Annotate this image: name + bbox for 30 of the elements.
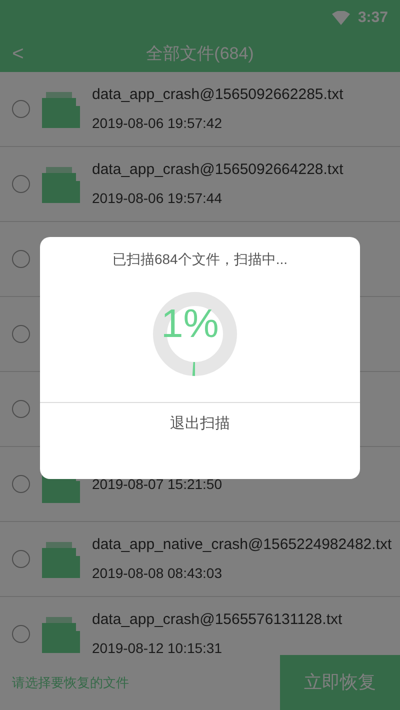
wifi-icon <box>332 11 350 25</box>
file-name: data_app_crash@1565576131128.txt <box>92 610 342 630</box>
radio-button[interactable] <box>12 625 30 643</box>
file-date: 2019-08-06 19:57:44 <box>92 189 223 208</box>
radio-button[interactable] <box>12 475 30 493</box>
radio-button[interactable] <box>12 400 30 418</box>
file-row[interactable]: data_app_crash@1565092662285.txt 2019-08-06 19:57:42 <box>0 72 400 147</box>
radio-button[interactable] <box>12 250 30 268</box>
file-row[interactable]: data_app_native_crash@1565224982482.txt 2019-08-08 08:43:03 <box>0 522 400 597</box>
file-name: data_app_crash@1565092664228.txt <box>92 160 344 180</box>
folder-icon <box>42 165 80 203</box>
percent-text: 1% <box>161 304 219 344</box>
scan-message: 已扫描684个文件，扫描中... <box>111 250 289 269</box>
file-date: 2019-08-06 19:57:42 <box>92 114 223 134</box>
folder-icon <box>42 90 80 128</box>
file-row[interactable]: data_app_crash@1565092664228.txt 2019-08-06 19:57:44 <box>0 147 400 222</box>
exit-scan-button[interactable]: 退出扫描 <box>162 413 238 436</box>
radio-button[interactable] <box>12 100 30 118</box>
file-date: 2019-08-08 08:43:03 <box>92 564 223 584</box>
radio-button[interactable] <box>12 325 30 343</box>
folder-icon <box>42 540 80 578</box>
radio-button[interactable] <box>12 550 30 568</box>
radio-button[interactable] <box>12 175 30 193</box>
clock: 3:37 <box>358 8 388 28</box>
file-date: 2019-08-12 10:15:31 <box>92 639 223 655</box>
folder-icon <box>42 615 80 653</box>
page-title: 全部文件(684) <box>146 43 254 66</box>
file-date: 2019-08-07 15:21:50 <box>92 474 222 494</box>
hint-text: 请选择要恢复的文件 <box>11 674 130 692</box>
file-name: data_app_crash@1565092662285.txt <box>92 84 344 105</box>
